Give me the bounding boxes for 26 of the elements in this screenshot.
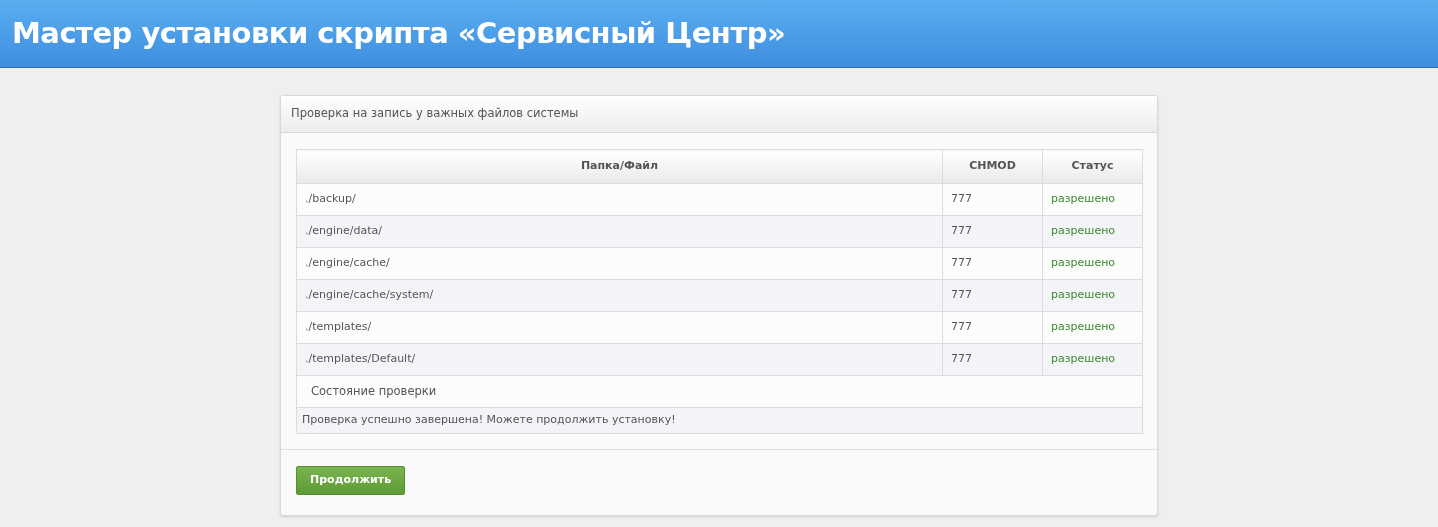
path-cell: ./backup/ bbox=[296, 183, 943, 216]
chmod-cell: 777 bbox=[942, 311, 1043, 344]
status-cell: разрешено bbox=[1042, 183, 1143, 216]
column-header: Статус bbox=[1042, 149, 1143, 184]
chmod-cell: 777 bbox=[942, 183, 1043, 216]
column-header: Папка/Файл bbox=[296, 149, 943, 184]
path-cell: ./templates/ bbox=[296, 311, 943, 344]
chmod-cell: 777 bbox=[942, 343, 1043, 376]
status-cell: разрешено bbox=[1042, 343, 1143, 376]
column-header: CHMOD bbox=[942, 149, 1043, 184]
continue-button[interactable]: Продолжить bbox=[296, 466, 406, 495]
path-cell: ./engine/data/ bbox=[296, 215, 943, 248]
chmod-cell: 777 bbox=[942, 279, 1043, 312]
panel-title: Проверка на запись у важных файлов системы bbox=[291, 105, 579, 123]
path-cell: ./engine/cache/system/ bbox=[296, 279, 943, 312]
path-cell: ./engine/cache/ bbox=[296, 247, 943, 280]
chmod-cell: 777 bbox=[942, 215, 1043, 248]
status-cell: разрешено bbox=[1042, 279, 1143, 312]
status-cell: разрешено bbox=[1042, 247, 1143, 280]
chmod-cell: 777 bbox=[942, 247, 1043, 280]
result-message: Проверка успешно завершена! Можете продолжить установку! bbox=[296, 407, 1143, 434]
status-cell: разрешено bbox=[1042, 215, 1143, 248]
path-cell: ./templates/Default/ bbox=[296, 343, 943, 376]
page-title: Мастер установки скрипта «Сервисный Центр» bbox=[12, 14, 786, 52]
status-cell: разрешено bbox=[1042, 311, 1143, 344]
result-heading: Состояние проверки bbox=[296, 375, 1143, 408]
